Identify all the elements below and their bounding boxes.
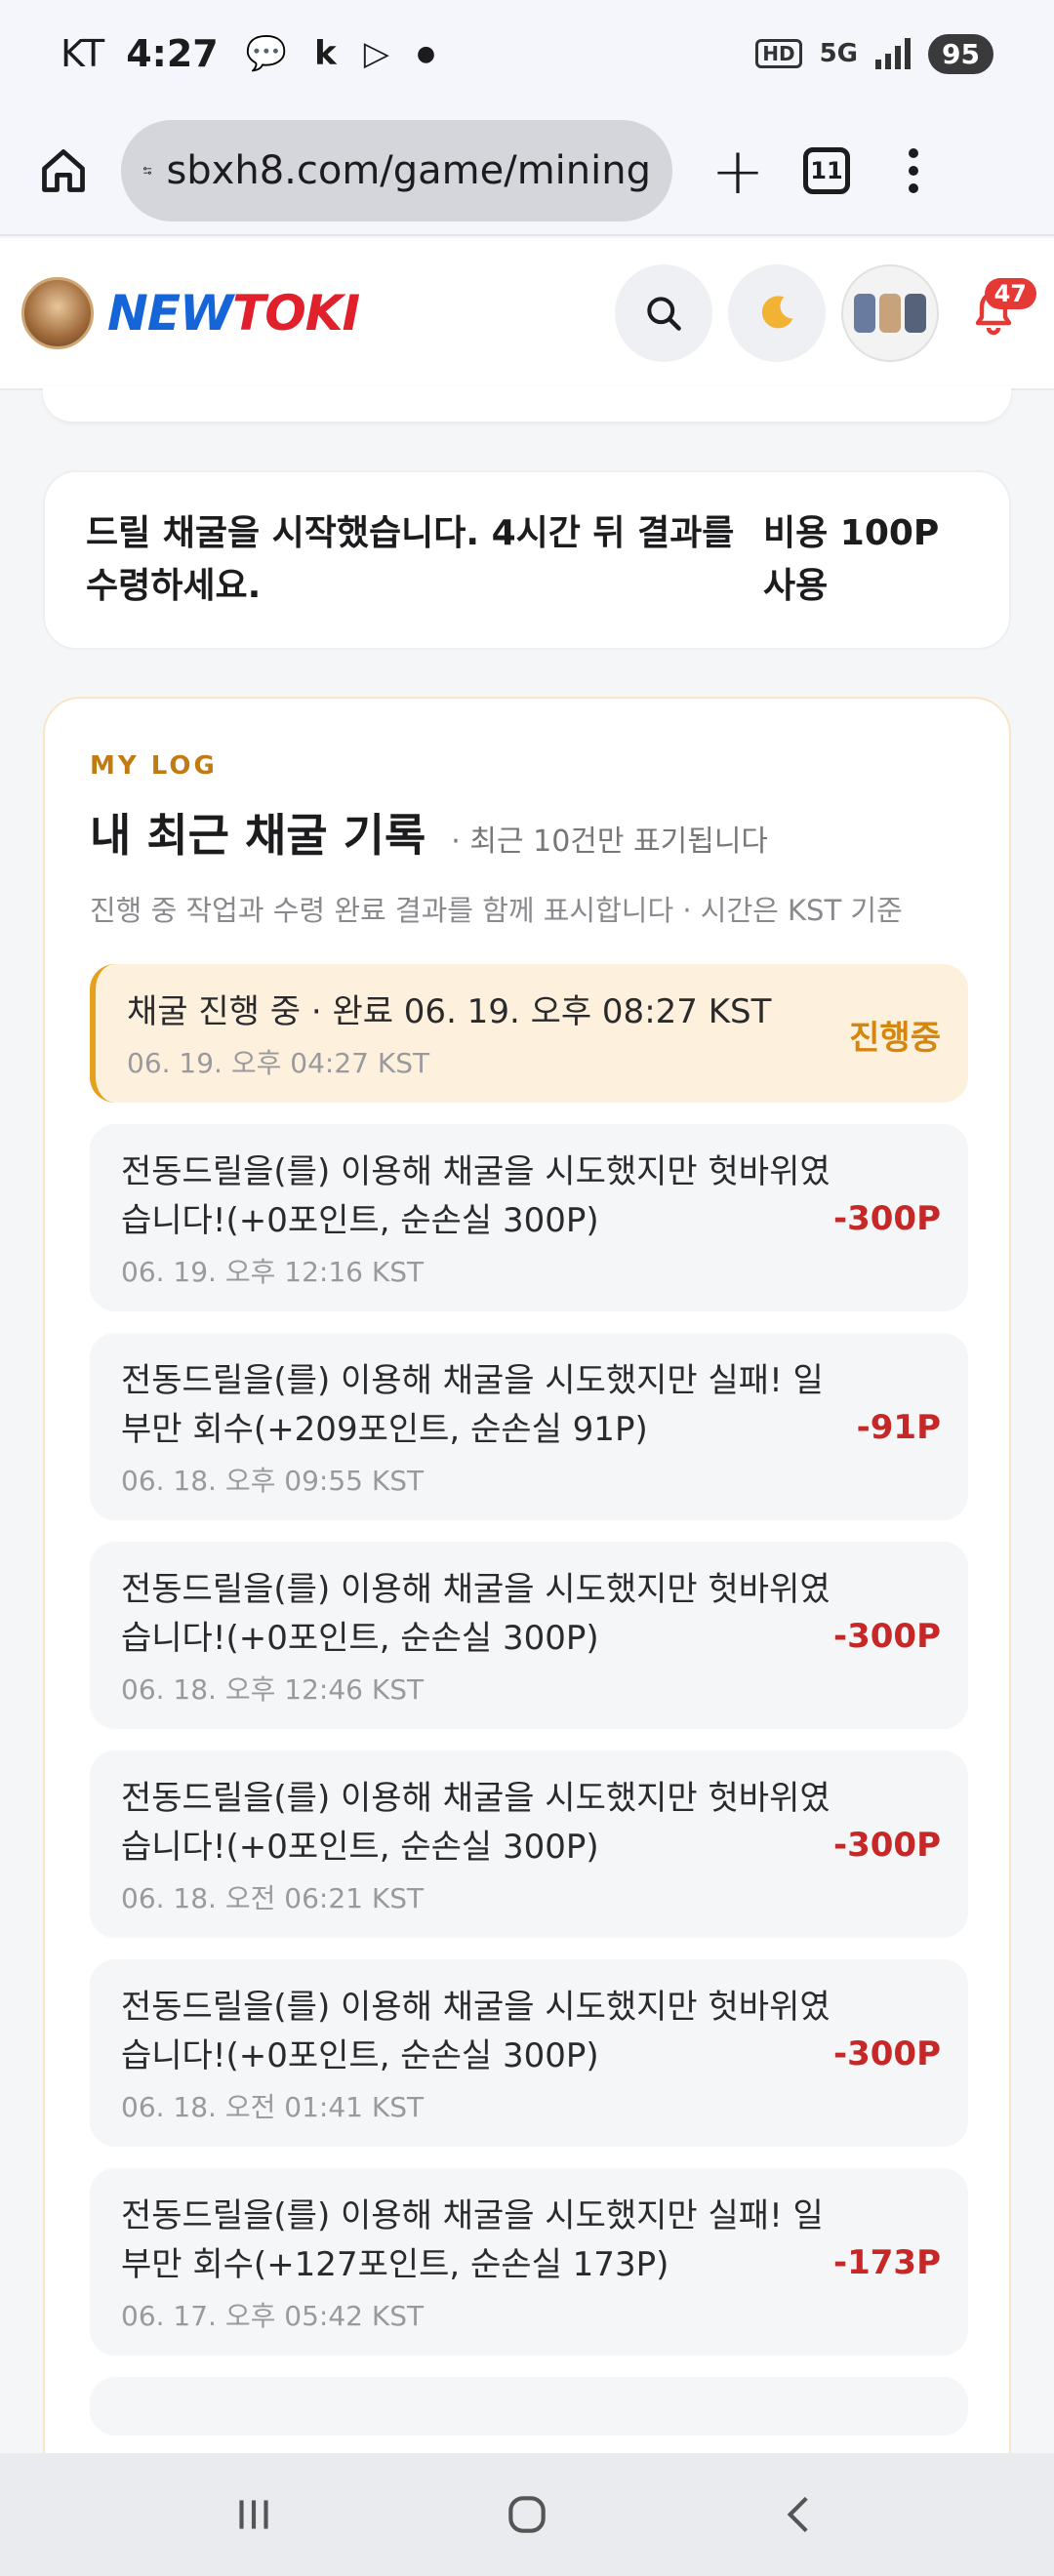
log-eyebrow: MY LOG xyxy=(90,751,218,781)
notice-message: 드릴 채굴을 시작했습니다. 4시간 뒤 결과를 수령하세요. xyxy=(86,513,735,606)
carrier-label: KT xyxy=(61,32,105,75)
site-logo[interactable]: NEWTOKI xyxy=(107,285,360,342)
entry-title: 전동드릴을(를) 이용해 채굴을 시도했지만 실패! 일부만 회수(+127포인… xyxy=(121,2196,824,2284)
avatar[interactable] xyxy=(841,264,939,362)
entry-title: 전동드릴을(를) 이용해 채굴을 시도했지만 헛바위였습니다!(+0포인트, 순… xyxy=(121,1152,831,1240)
signal-icon xyxy=(875,38,912,69)
play-icon: ▷ xyxy=(363,34,389,73)
previous-card xyxy=(43,386,1011,422)
system-nav-bar xyxy=(0,2453,1054,2576)
entry-amount: -300P xyxy=(832,1826,941,1865)
logo-emblem[interactable] xyxy=(21,277,94,349)
log-title: 내 최근 채굴 기록 xyxy=(90,809,426,862)
back-icon xyxy=(787,2496,808,2533)
log-entry-in-progress: 채굴 진행 중 · 완료 06. 19. 오후 08:27 KST 06. 19… xyxy=(90,964,968,1103)
entry-time: 06. 18. 오후 12:46 KST xyxy=(121,1673,425,1706)
logo-toki-text: TOKI xyxy=(232,285,360,342)
logo-new-text: NEW xyxy=(107,285,233,342)
tab-switcher-button[interactable]: 11 xyxy=(803,147,850,194)
log-entry: 전동드릴을(를) 이용해 채굴을 시도했지만 실패! 일부만 회수(+209포인… xyxy=(90,1333,968,1520)
site-header: NEWTOKI 47 xyxy=(0,238,1054,390)
status-badge: 진행중 xyxy=(849,1018,941,1058)
notice-cost: 비용 100P 사용 xyxy=(763,513,940,606)
log-list: 채굴 진행 중 · 완료 06. 19. 오후 08:27 KST 06. 19… xyxy=(90,964,968,2435)
moon-icon xyxy=(761,296,793,329)
status-bar: KT 4:27 💬 k ▷ ● HD 5G 95 xyxy=(0,0,1054,107)
entry-amount: -300P xyxy=(832,2034,941,2073)
site-settings-icon xyxy=(143,167,152,175)
dark-mode-button[interactable] xyxy=(728,264,826,362)
log-entry: 전동드릴을(를) 이용해 채굴을 시도했지만 헛바위였습니다!(+0포인트, 순… xyxy=(90,1751,968,1938)
search-icon xyxy=(647,297,681,331)
address-bar[interactable]: sbxh8.com/game/mining xyxy=(121,120,672,221)
log-entry: 전동드릴을(를) 이용해 채굴을 시도했지만 헛바위였습니다!(+0포인트, 순… xyxy=(90,1542,968,1729)
entry-title: 전동드릴을(를) 이용해 채굴을 시도했지만 헛바위였습니다!(+0포인트, 순… xyxy=(121,1988,831,2075)
entry-title: 전동드릴을(를) 이용해 채굴을 시도했지만 헛바위였습니다!(+0포인트, 순… xyxy=(121,1779,831,1867)
entry-time: 06. 17. 오후 05:42 KST xyxy=(121,2300,425,2332)
home-nav-button[interactable] xyxy=(483,2471,571,2558)
entry-title: 전동드릴을(를) 이용해 채굴을 시도했지만 헛바위였습니다!(+0포인트, 순… xyxy=(121,1570,831,1658)
entry-time: 06. 18. 오전 06:21 KST xyxy=(121,1882,425,1914)
new-tab-button[interactable]: + xyxy=(694,134,782,209)
recent-apps-button[interactable] xyxy=(210,2471,298,2558)
entry-amount: -173P xyxy=(832,2243,941,2282)
browser-menu-button[interactable] xyxy=(909,148,918,193)
mining-log-card: MY LOG 내 최근 채굴 기록 · 최근 10건만 표기됩니다 진행 중 작… xyxy=(43,697,1011,2576)
home-circle-icon xyxy=(508,2496,546,2533)
network-label: 5G xyxy=(819,39,859,68)
entry-amount: -300P xyxy=(832,1199,941,1238)
notification-badge: 47 xyxy=(984,278,1036,309)
home-button[interactable] xyxy=(29,137,98,205)
mining-notice: 드릴 채굴을 시작했습니다. 4시간 뒤 결과를 수령하세요. 비용 100P … xyxy=(43,470,1011,650)
entry-time: 06. 18. 오전 01:41 KST xyxy=(121,2091,425,2123)
entry-time: 06. 19. 오후 12:16 KST xyxy=(121,1256,425,1288)
talk-icon: 💬 xyxy=(245,34,288,73)
log-entry: 전동드릴을(를) 이용해 채굴을 시도했지만 헛바위였습니다!(+0포인트, 순… xyxy=(90,1959,968,2147)
search-button[interactable] xyxy=(615,264,712,362)
url-text: sbxh8.com/game/mining xyxy=(166,148,651,193)
dot-icon: ● xyxy=(416,41,436,66)
recents-icon xyxy=(239,2500,268,2529)
entry-title: 전동드릴을(를) 이용해 채굴을 시도했지만 실패! 일부만 회수(+209포인… xyxy=(121,1361,824,1449)
clock: 4:27 xyxy=(126,32,219,75)
entry-amount: -300P xyxy=(832,1617,941,1656)
entry-amount: -91P xyxy=(856,1408,941,1447)
entry-time: 06. 18. 오후 09:55 KST xyxy=(121,1465,425,1497)
log-entry: 전동드릴을(를) 이용해 채굴을 시도했지만 헛바위였습니다!(+0포인트, 순… xyxy=(90,1124,968,1311)
battery-icon: 95 xyxy=(928,33,993,74)
entry-title: 채굴 진행 중 · 완료 06. 19. 오후 08:27 KST xyxy=(127,992,772,1031)
home-icon xyxy=(42,149,85,192)
notifications-button[interactable]: 47 xyxy=(954,264,1036,362)
log-subnote: · 최근 10건만 표기됩니다 xyxy=(451,825,769,859)
back-button[interactable] xyxy=(756,2471,844,2558)
hd-icon: HD xyxy=(755,39,802,68)
log-entry xyxy=(90,2377,968,2435)
k-icon: k xyxy=(314,34,337,73)
log-entry: 전동드릴을(를) 이용해 채굴을 시도했지만 실패! 일부만 회수(+127포인… xyxy=(90,2168,968,2355)
entry-time: 06. 19. 오후 04:27 KST xyxy=(127,1047,430,1079)
browser-toolbar: sbxh8.com/game/mining + 11 xyxy=(0,107,1054,236)
log-description: 진행 중 작업과 수령 완료 결과를 함께 표시합니다 · 시간은 KST 기준 xyxy=(90,894,903,927)
